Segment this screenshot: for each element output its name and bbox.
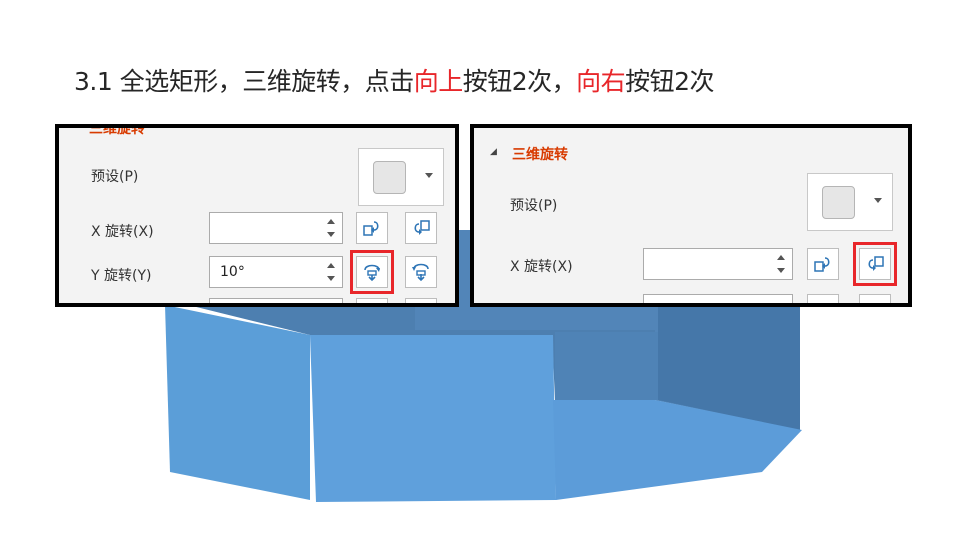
y-rotation-label: Y 旋转(Y) (91, 268, 152, 284)
y-rotation-input[interactable]: 10° (209, 256, 343, 288)
preset-dropdown[interactable] (807, 173, 893, 231)
shape-inner-dark (555, 332, 658, 400)
x-rotate-left-button[interactable] (807, 248, 839, 280)
title-highlight-right: 向右 (576, 67, 626, 96)
spinner-arrows-icon[interactable] (326, 262, 336, 282)
left-format-panel-screenshot: 三维旋转 预设(P) X 旋转(X) Y 旋转(Y) 10° (55, 124, 459, 307)
x-rotate-right-button[interactable] (405, 212, 437, 244)
rotate-right-icon (414, 220, 430, 235)
x-rotation-label: X 旋转(X) (510, 259, 573, 275)
chevron-down-icon (425, 173, 433, 178)
spinner-arrows-icon[interactable] (326, 218, 336, 238)
preset-swatch (822, 186, 855, 219)
shape-front-left (165, 305, 310, 500)
highlight-frame-right-button (853, 242, 897, 286)
y-rotate-button-partial[interactable] (859, 294, 891, 303)
preset-label: 预设(P) (510, 198, 558, 214)
title-highlight-up: 向上 (413, 67, 464, 96)
collapse-triangle-icon[interactable]: ◢ (490, 147, 497, 157)
y-rotate-button-partial[interactable] (807, 294, 839, 303)
y-rotate-down-button[interactable] (405, 256, 437, 288)
section-header-3d-rotation[interactable]: 三维旋转 (89, 128, 145, 138)
highlight-frame-up-button (350, 250, 394, 294)
section-header-3d-rotation[interactable]: 三维旋转 (512, 144, 568, 164)
x-rotation-label: X 旋转(X) (91, 224, 154, 240)
z-rotate-button-partial[interactable] (356, 298, 388, 303)
z-rotation-input-partial[interactable] (209, 298, 343, 303)
x-rotation-input[interactable] (209, 212, 343, 244)
rotate-left-icon (363, 221, 379, 236)
z-rotate-button-partial[interactable] (405, 298, 437, 303)
y-rotation-value: 10° (220, 264, 245, 280)
x-rotation-input[interactable] (643, 248, 793, 280)
preset-label: 预设(P) (91, 169, 139, 185)
preset-dropdown[interactable] (358, 148, 444, 206)
y-rotation-input-partial[interactable] (643, 294, 793, 303)
title-part2: 按钮2次， (462, 67, 577, 96)
rotate-down-icon (412, 263, 429, 282)
slide-title: 3.1 全选矩形，三维旋转，点击向上按钮2次，向右按钮2次 (74, 62, 715, 98)
x-rotate-left-button[interactable] (356, 212, 388, 244)
right-format-panel-screenshot: ◢ 三维旋转 预设(P) X 旋转(X) (470, 124, 912, 307)
title-part3: 按钮2次 (625, 67, 715, 96)
preset-swatch (373, 161, 406, 194)
rotate-left-icon (814, 257, 830, 272)
title-part1: 3.1 全选矩形，三维旋转，点击 (74, 67, 414, 96)
chevron-down-icon (874, 198, 882, 203)
shape-front-mid (310, 335, 556, 502)
spinner-arrows-icon[interactable] (776, 254, 786, 274)
